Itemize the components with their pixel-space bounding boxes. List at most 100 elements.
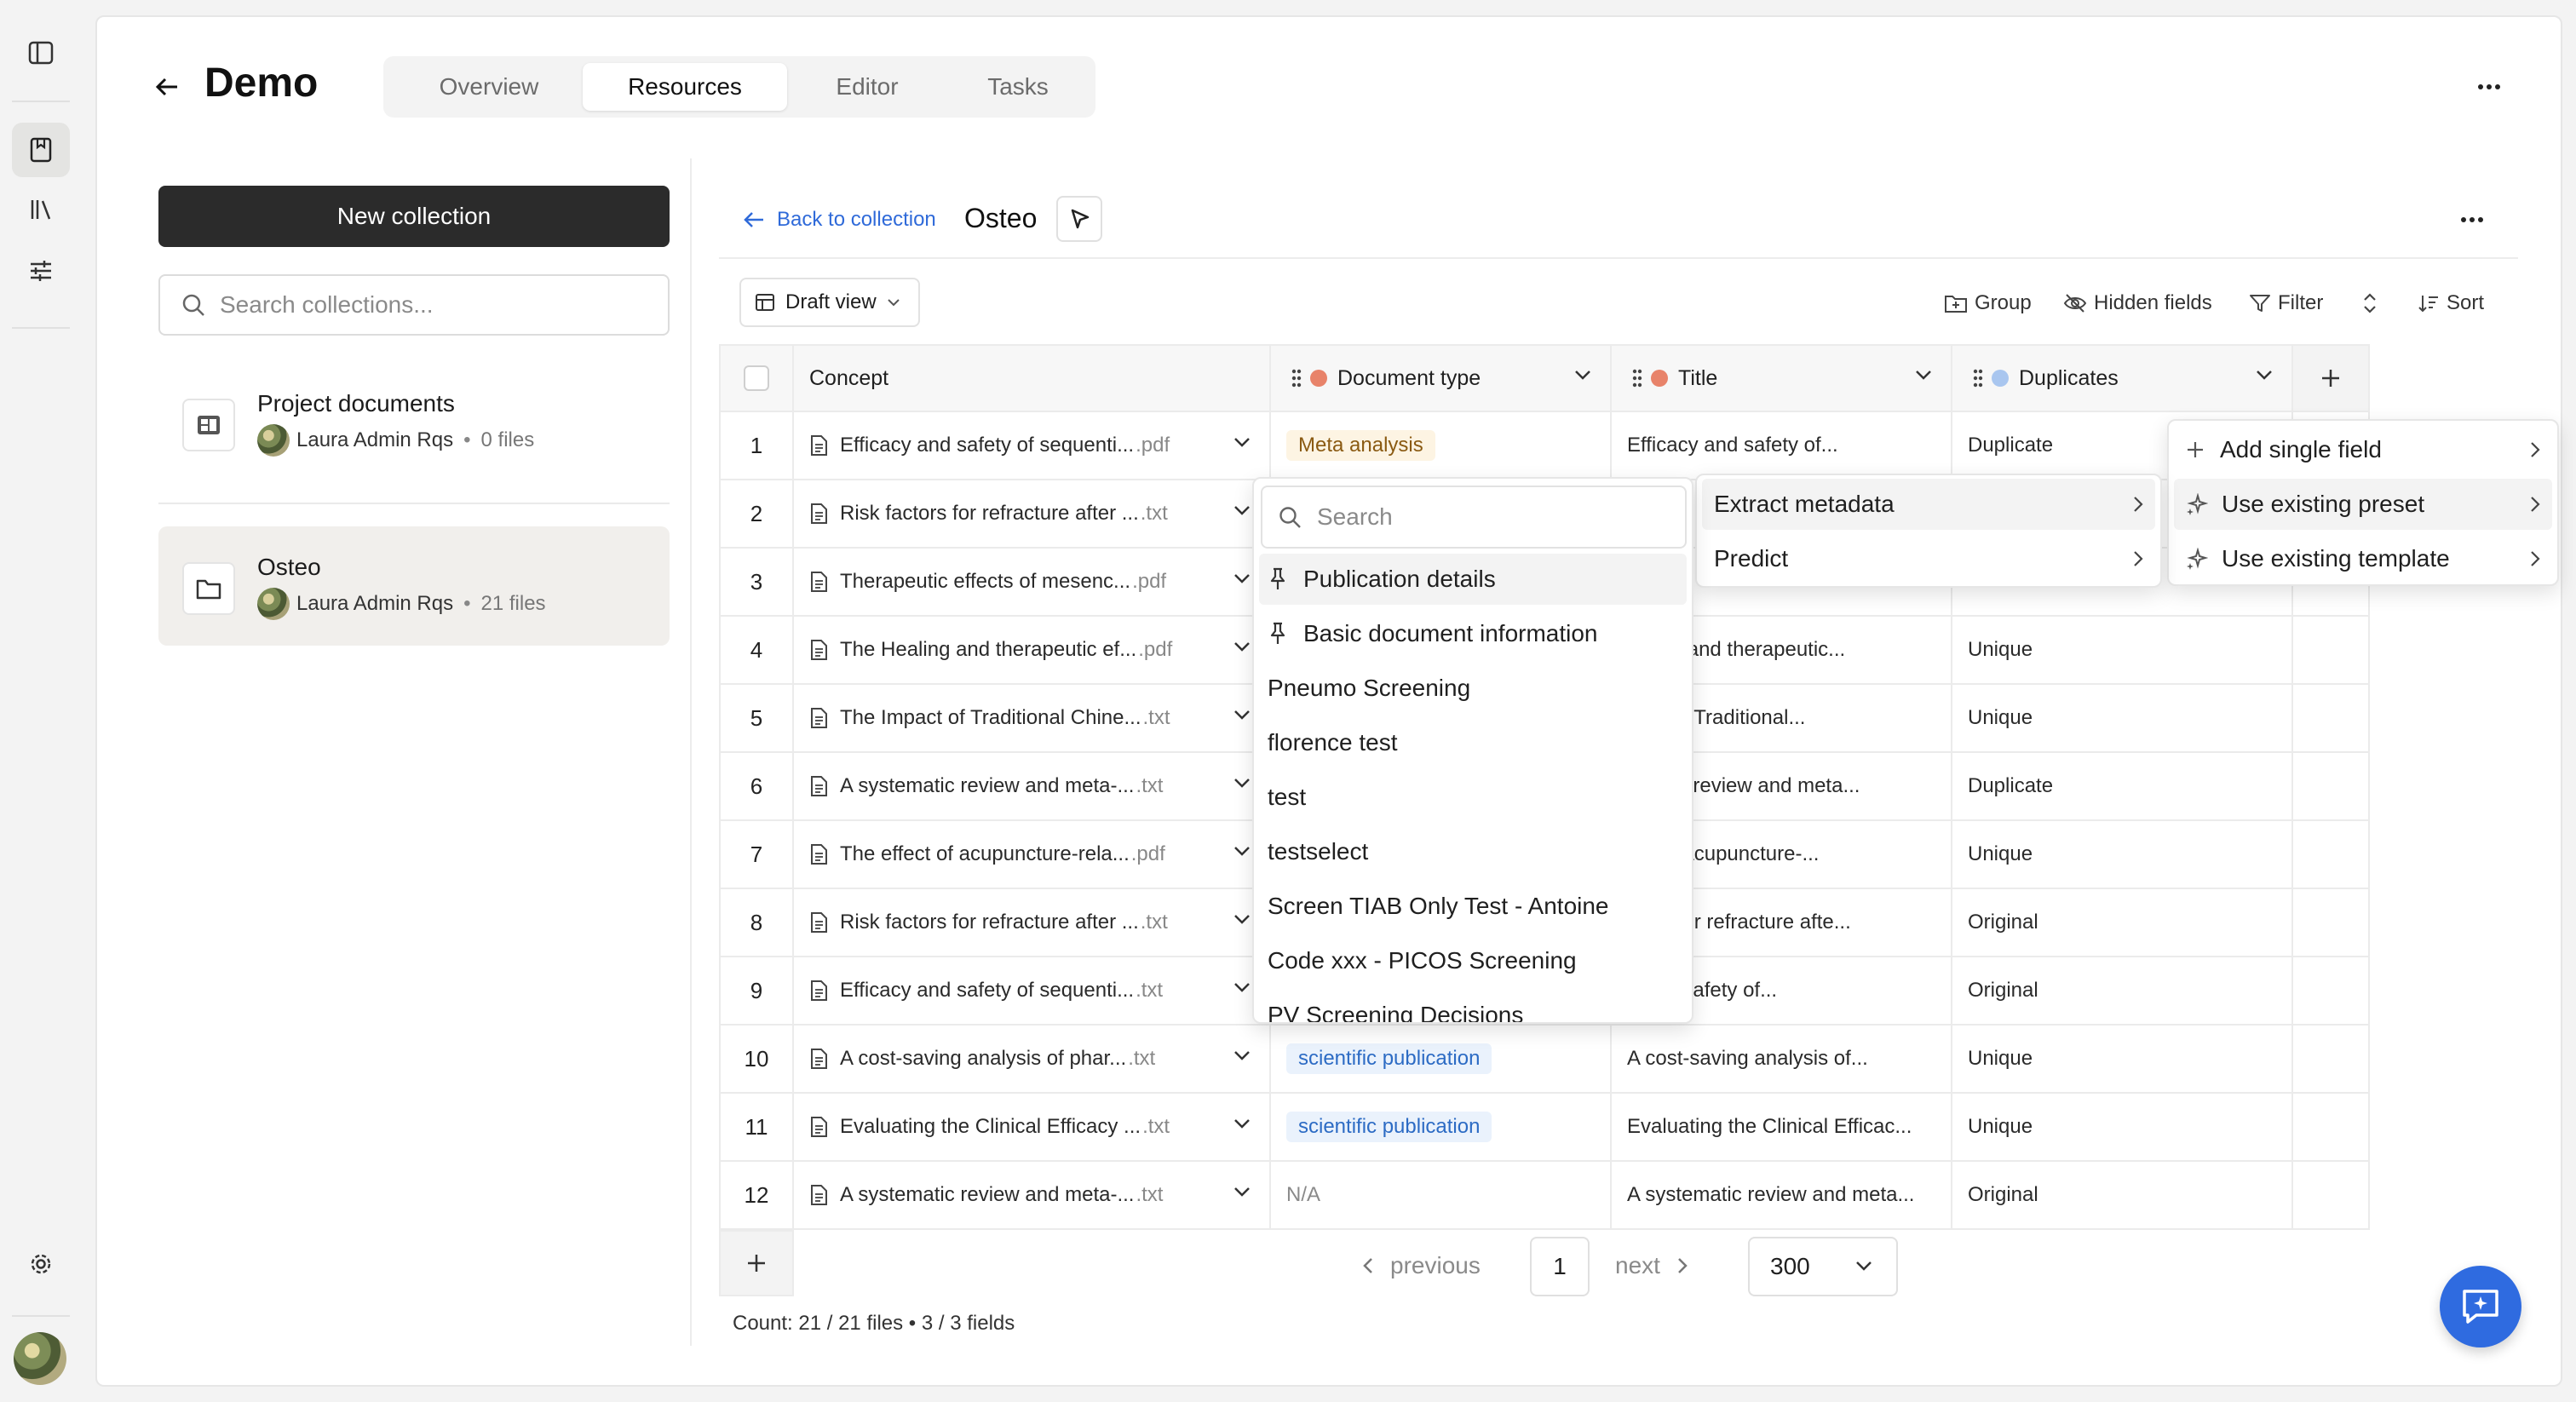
preset-item-pv-screening-decisions[interactable]: PV Screening Decisions [1259,990,1687,1022]
menu-item-add-single-field[interactable]: Add single field [2174,424,2552,475]
table-cell-title[interactable]: Efficacy and safety of... [1612,412,1952,480]
table-row-concept[interactable]: A systematic review and meta-... .txt [794,1162,1271,1230]
preset-item-code-xxx-picos-screening[interactable]: Code xxx - PICOS Screening [1259,935,1687,986]
preset-search-field[interactable] [1261,486,1687,549]
preset-item-test[interactable]: test [1259,772,1687,823]
menu-item-use-existing-preset[interactable]: Use existing preset [2174,479,2552,530]
column-header-concept[interactable]: Concept [794,344,1271,412]
page-size-select[interactable]: 300 [1748,1237,1898,1296]
chevron-down-icon[interactable] [1233,710,1251,720]
select-all-checkbox[interactable] [744,365,769,391]
chevron-down-icon[interactable] [1915,370,1932,380]
table-cell-duplicates[interactable]: Unique [1952,821,2293,889]
table-row-concept[interactable]: Risk factors for refracture after ... .tx… [794,889,1271,957]
chevron-down-icon[interactable] [1233,914,1251,924]
preset-item-screen-tiab-only-test-antoine[interactable]: Screen TIAB Only Test - Antoine [1259,881,1687,932]
add-row-button[interactable] [719,1230,794,1296]
hidden-fields-button[interactable]: Hidden fields [2063,288,2212,319]
library-icon[interactable] [12,182,70,237]
table-cell-document-type[interactable]: scientific publication [1271,1026,1612,1094]
folder-icon [182,562,235,615]
chevron-down-icon[interactable] [1233,982,1251,992]
column-header-title[interactable]: Title [1612,344,1952,412]
table-cell-title[interactable]: A systematic review and meta... [1612,1162,1952,1230]
page-number-input[interactable]: 1 [1530,1237,1590,1296]
chevron-down-icon[interactable] [1233,1187,1251,1197]
chevron-down-icon[interactable] [1233,641,1251,652]
table-row-concept[interactable]: Risk factors for refracture after ... .tx… [794,480,1271,549]
table-row-concept[interactable]: Evaluating the Clinical Efficacy ... .txt [794,1094,1271,1162]
table-cell-title[interactable]: A cost-saving analysis of... [1612,1026,1952,1094]
preset-search-input[interactable] [1317,503,1675,531]
table-row-concept[interactable]: The Healing and therapeutic ef... .pdf [794,617,1271,685]
next-page-button[interactable]: next [1615,1249,1688,1283]
table-cell-duplicates[interactable]: Unique [1952,617,2293,685]
tab-overview[interactable]: Overview [390,63,588,111]
collection-item-project-documents[interactable]: Project documents Laura Admin Rqs • 0 fi… [158,363,670,482]
table-cell-document-type[interactable]: scientific publication [1271,1094,1612,1162]
sidebar-toggle-icon[interactable] [12,26,70,80]
table-cell-duplicates[interactable]: Original [1952,957,2293,1026]
preset-item-basic-document-information[interactable]: Basic document information [1259,608,1687,659]
chevron-down-icon[interactable] [1233,778,1251,788]
view-selector[interactable]: Draft view [739,278,920,327]
table-cell-document-type[interactable]: N/A [1271,1162,1612,1230]
table-cell-duplicates[interactable]: Unique [1952,685,2293,753]
chevron-down-icon[interactable] [1233,437,1251,447]
previous-page-button[interactable]: previous [1363,1249,1481,1283]
column-header-document-type[interactable]: Document type [1271,344,1612,412]
menu-item-extract-metadata[interactable]: Extract metadata [1702,479,2155,530]
preset-item-testselect[interactable]: testselect [1259,826,1687,877]
filter-button[interactable]: Filter [2249,288,2323,319]
table-row-concept[interactable]: A cost-saving analysis of phar... .txt [794,1026,1271,1094]
table-cell-duplicates[interactable]: Duplicate [1952,753,2293,821]
user-avatar[interactable] [14,1332,66,1385]
chevron-down-icon[interactable] [1574,370,1591,380]
collection-more-icon[interactable] [2453,204,2491,235]
table-cell-empty [2293,889,2370,957]
table-row-concept[interactable]: Efficacy and safety of sequenti... .txt [794,957,1271,1026]
preset-item-florence-test[interactable]: florence test [1259,717,1687,768]
back-arrow-icon[interactable] [147,68,187,106]
table-row-concept[interactable]: Efficacy and safety of sequenti... .pdf [794,412,1271,480]
search-collections-input[interactable] [220,291,646,319]
settings-icon[interactable] [12,1237,70,1291]
tab-resources[interactable]: Resources [583,63,787,111]
chevron-down-icon[interactable] [1233,505,1251,515]
table-cell-title[interactable]: Evaluating the Clinical Efficac... [1612,1094,1952,1162]
back-to-collection-link[interactable]: Back to collection [743,204,936,235]
sliders-icon[interactable] [12,244,70,298]
expand-rows-button[interactable] [2361,288,2385,319]
column-header-duplicates[interactable]: Duplicates [1952,344,2293,412]
preset-item-publication-details[interactable]: Publication details [1259,554,1687,605]
tab-editor[interactable]: Editor [792,63,942,111]
table-cell-duplicates[interactable]: Unique [1952,1094,2293,1162]
search-collections-field[interactable] [158,274,670,336]
sort-button[interactable]: Sort [2418,288,2484,319]
table-row-concept[interactable]: A systematic review and meta-... .txt [794,753,1271,821]
table-cell-document-type[interactable]: Meta analysis [1271,412,1612,480]
menu-item-predict[interactable]: Predict [1702,533,2155,584]
group-button[interactable]: Group [1944,288,2032,319]
table-cell-duplicates[interactable]: Original [1952,889,2293,957]
menu-item-use-existing-template[interactable]: Use existing template [2174,533,2552,584]
preset-item-pneumo-screening[interactable]: Pneumo Screening [1259,663,1687,714]
table-row-concept[interactable]: The Impact of Traditional Chine... .txt [794,685,1271,753]
chevron-down-icon[interactable] [1233,573,1251,583]
new-collection-button[interactable]: New collection [158,186,670,247]
collection-item-osteo[interactable]: Osteo Laura Admin Rqs • 21 files [158,526,670,646]
table-row-concept[interactable]: Therapeutic effects of mesenc... .pdf [794,549,1271,617]
table-row-concept[interactable]: The effect of acupuncture-rela... .pdf [794,821,1271,889]
chevron-down-icon[interactable] [2256,370,2273,380]
book-icon[interactable] [12,123,70,177]
more-options-icon[interactable] [2470,70,2508,104]
add-field-button[interactable] [2293,344,2370,412]
tab-tasks[interactable]: Tasks [946,63,1090,111]
chevron-down-icon[interactable] [1233,1118,1251,1129]
chat-assistant-button[interactable] [2440,1266,2521,1347]
send-button[interactable] [1056,196,1102,242]
chevron-down-icon[interactable] [1233,846,1251,856]
chevron-down-icon[interactable] [1233,1050,1251,1060]
table-cell-duplicates[interactable]: Unique [1952,1026,2293,1094]
table-cell-duplicates[interactable]: Original [1952,1162,2293,1230]
